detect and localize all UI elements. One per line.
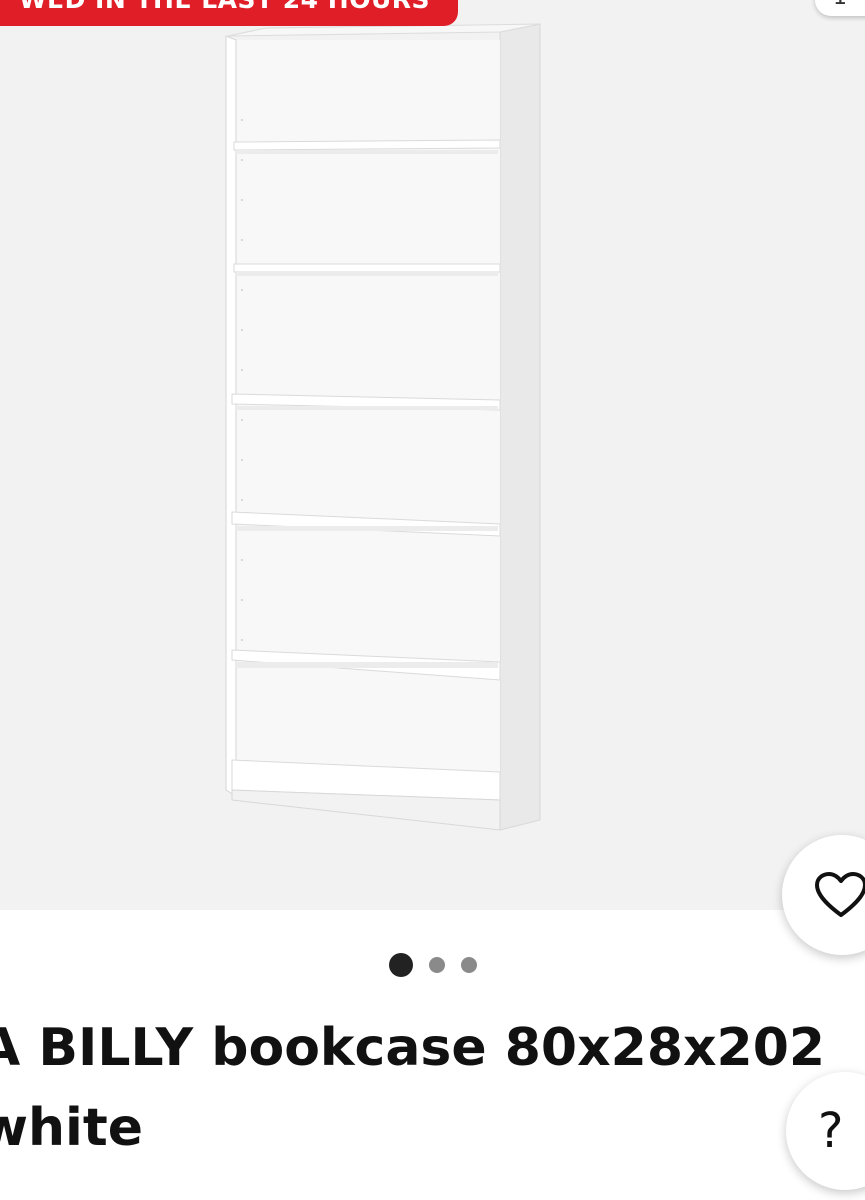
carousel-pagination — [0, 952, 865, 978]
product-image-gallery[interactable]: WED IN THE LAST 24 HOURS 1 — [0, 0, 865, 910]
top-right-chip[interactable]: 1 — [815, 0, 865, 16]
product-title-line-1: A BILLY bookcase 80x28x202 — [0, 1018, 826, 1078]
carousel-dot-2[interactable] — [428, 957, 445, 973]
chip-text: 1 — [833, 0, 847, 10]
heart-outline-icon — [815, 872, 865, 917]
product-title: A BILLY bookcase 80x28x202 white — [0, 1008, 850, 1168]
carousel-dot-3[interactable] — [460, 957, 477, 973]
product-title-line-2: white — [0, 1098, 144, 1158]
product-image — [225, 23, 541, 831]
question-icon: ? — [818, 1103, 844, 1159]
recently-viewed-badge: WED IN THE LAST 24 HOURS — [0, 0, 458, 26]
carousel-dot-1[interactable] — [388, 953, 413, 977]
badge-text: WED IN THE LAST 24 HOURS — [19, 0, 430, 14]
